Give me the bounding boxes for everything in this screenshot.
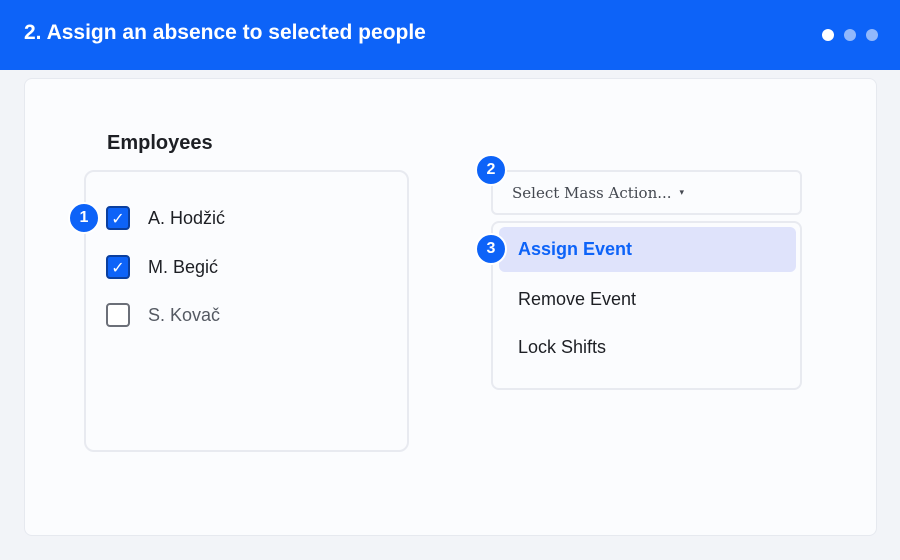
mass-action-select[interactable]: Select Mass Action... ▾ (491, 170, 802, 215)
employee-checkbox-kovac[interactable] (106, 303, 130, 327)
caret-down-icon: ▾ (679, 187, 685, 198)
employee-name: A. Hodžić (148, 207, 226, 228)
step-badge-3: 3 (475, 233, 507, 265)
menu-item-remove-event[interactable]: Remove Event (499, 277, 796, 322)
step-indicator (822, 29, 878, 41)
employee-row-kovac[interactable]: S. Kovač (106, 303, 220, 327)
menu-item-lock-shifts[interactable]: Lock Shifts (499, 325, 796, 370)
page-title: 2. Assign an absence to selected people (24, 21, 426, 44)
mass-action-menu: Assign Event Remove Event Lock Shifts (491, 221, 802, 390)
employee-checkbox-hodzic[interactable]: ✓ (106, 206, 130, 230)
employee-name: M. Begić (148, 256, 219, 277)
step-dot-3[interactable] (866, 29, 878, 41)
step-dot-1[interactable] (822, 29, 834, 41)
employee-checkbox-begic[interactable]: ✓ (106, 255, 130, 279)
step-badge-2: 2 (475, 154, 507, 186)
mass-action-placeholder: Select Mass Action... (512, 183, 672, 202)
step-dot-2[interactable] (844, 29, 856, 41)
menu-item-assign-event[interactable]: Assign Event (499, 227, 796, 272)
employee-row-hodzic[interactable]: ✓ A. Hodžić (106, 206, 225, 230)
employee-name: S. Kovač (148, 304, 221, 325)
employees-heading: Employees (107, 132, 213, 154)
check-icon: ✓ (111, 257, 125, 277)
step-badge-1: 1 (68, 202, 100, 234)
check-icon: ✓ (111, 208, 125, 228)
employee-row-begic[interactable]: ✓ M. Begić (106, 255, 218, 279)
header-bar: 2. Assign an absence to selected people (0, 0, 900, 70)
